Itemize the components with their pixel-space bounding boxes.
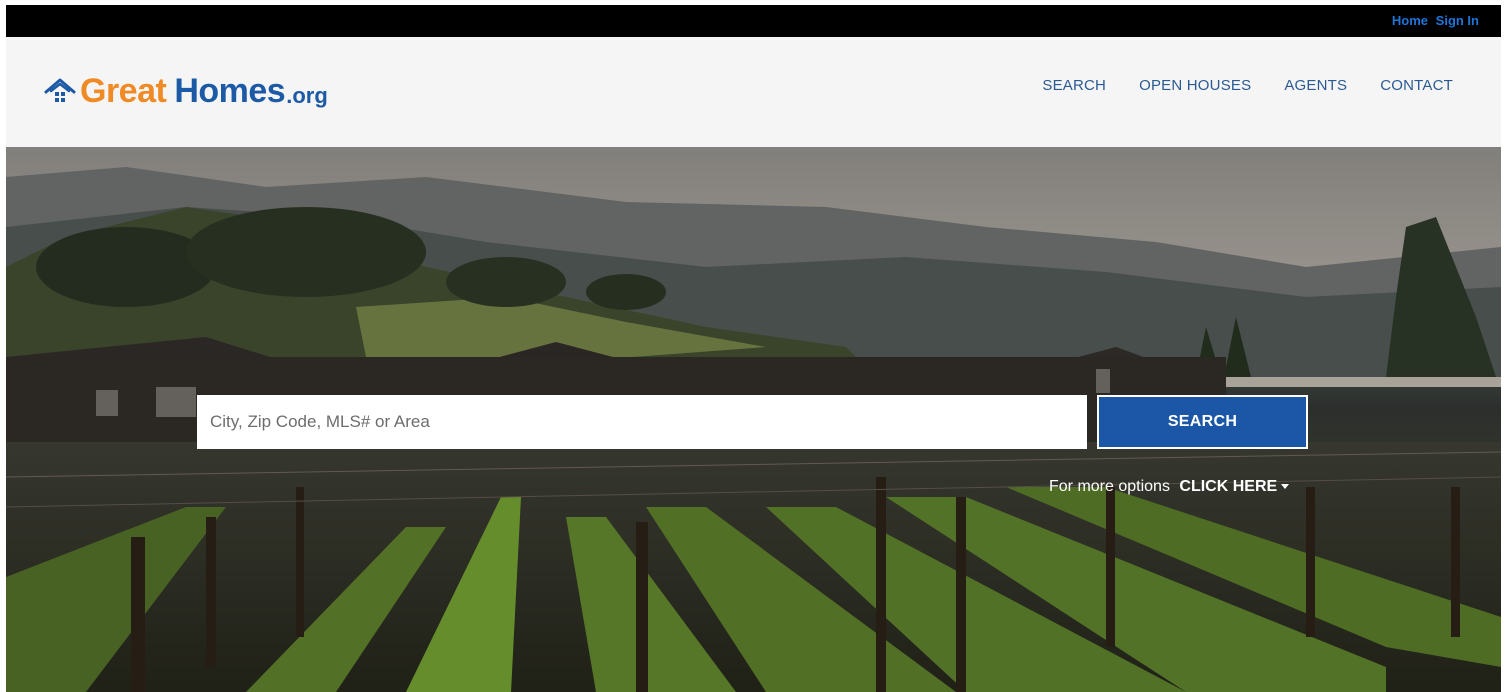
main-nav: SEARCH OPEN HOUSES AGENTS CONTACT (1042, 77, 1453, 94)
page: Home Sign In Great Homes .org SEARCH OPE… (6, 5, 1501, 692)
nav-item-open-houses[interactable]: OPEN HOUSES (1139, 77, 1251, 94)
site-logo[interactable]: Great Homes .org (44, 73, 328, 109)
nav-item-search[interactable]: SEARCH (1042, 77, 1106, 94)
site-header: Great Homes .org SEARCH OPEN HOUSES AGEN… (6, 37, 1501, 147)
click-here-label: CLICK HERE (1179, 478, 1278, 495)
sign-in-link[interactable]: Sign In (1436, 13, 1479, 28)
more-options-label: For more options (1049, 478, 1170, 495)
logo-text-great: Great (80, 72, 167, 110)
more-options: For more options CLICK HERE (1049, 478, 1290, 496)
logo-text-org: .org (286, 83, 328, 108)
top-bar: Home Sign In (6, 5, 1501, 37)
search-input[interactable] (197, 395, 1087, 449)
house-icon (44, 78, 76, 102)
account-links: Home Sign In (1392, 13, 1479, 28)
click-here-link[interactable]: CLICK HERE (1179, 478, 1290, 495)
hero-banner: SEARCH For more options CLICK HERE (6, 147, 1501, 692)
logo-text-homes: Homes (174, 72, 286, 110)
nav-item-agents[interactable]: AGENTS (1284, 77, 1347, 94)
nav-item-contact[interactable]: CONTACT (1380, 77, 1453, 94)
home-link[interactable]: Home (1392, 13, 1428, 28)
search-button[interactable]: SEARCH (1097, 395, 1308, 449)
caret-down-icon (1281, 484, 1290, 489)
